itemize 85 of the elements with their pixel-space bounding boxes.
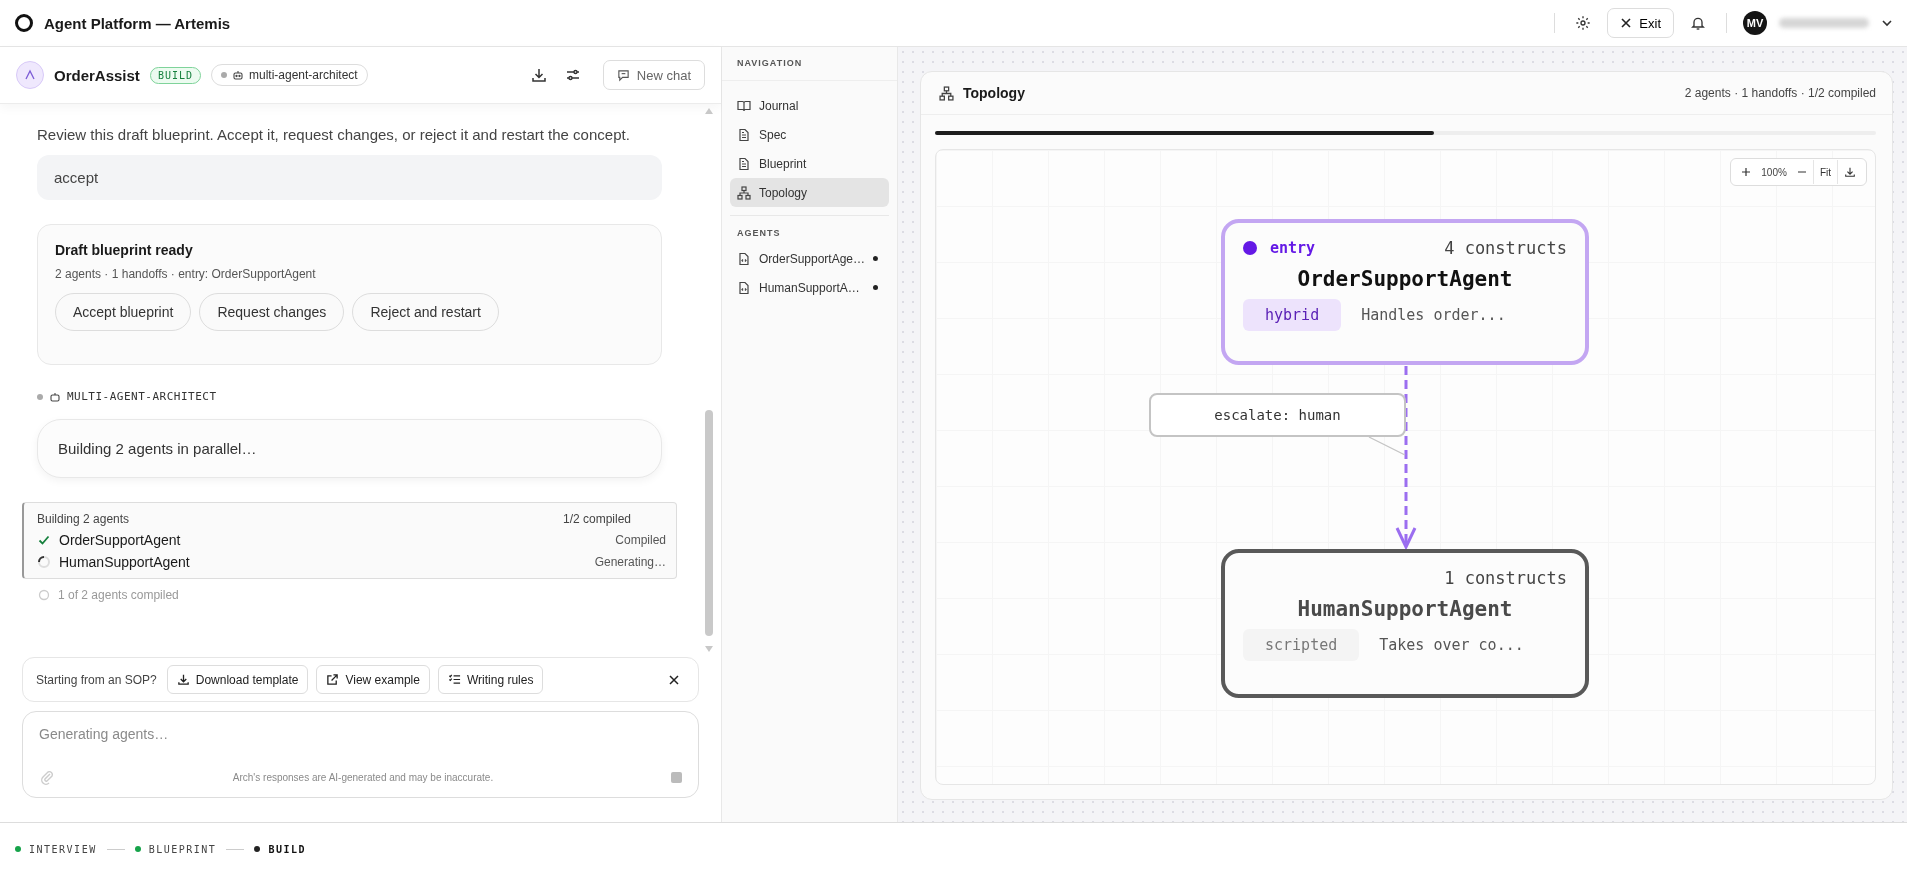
- agent-name: OrderSupportAgent: [59, 532, 182, 548]
- code-file-icon: [737, 251, 751, 266]
- agent-name: HumanSupportAgent: [1296, 597, 1514, 621]
- new-chat-button[interactable]: New chat: [602, 60, 705, 90]
- external-link-icon: [326, 673, 340, 686]
- agent-node[interactable]: entry 4 constructs OrderSupportAgent hybrid Handles order...: [1221, 219, 1589, 365]
- agent-status: Compiled: [615, 533, 666, 547]
- step-label: BLUEPRINT: [148, 843, 217, 855]
- agent-type-tag: scripted: [1243, 629, 1360, 661]
- agent-type-tag: hybrid: [1243, 299, 1342, 331]
- plus-icon: [1741, 167, 1752, 177]
- section-heading: NAVIGATION: [722, 47, 897, 81]
- sliders-icon: [564, 67, 581, 83]
- section-heading: AGENTS: [736, 227, 782, 240]
- user-avatar[interactable]: MV: [1743, 11, 1767, 35]
- status-dot-icon: [873, 285, 878, 290]
- status-dot-icon: [873, 256, 878, 261]
- book-icon: [737, 98, 751, 113]
- code-file-icon: [737, 280, 751, 295]
- edge-label: escalate: human: [1149, 393, 1406, 437]
- constructs-count: 4 constructs: [1444, 238, 1567, 258]
- step-label: BUILD: [268, 843, 306, 855]
- chevron-down-icon[interactable]: [1881, 17, 1893, 29]
- entry-dot-icon: [1243, 241, 1257, 255]
- agent-avatar-icon: [16, 61, 44, 89]
- card-meta: 2 agents · 1 handoffs · entry: OrderSupportAgent: [55, 267, 317, 281]
- robot-icon: [232, 69, 244, 81]
- assistant-message: Building 2 agents in parallel…: [37, 419, 662, 478]
- logo-icon: [14, 13, 34, 33]
- paperclip-icon[interactable]: [39, 769, 55, 785]
- close-icon: [1620, 17, 1633, 29]
- scrollbar-thumb[interactable]: [705, 410, 713, 636]
- panel-title: Topology: [963, 85, 1025, 101]
- agent-name: HumanSupportAgent: [59, 554, 191, 570]
- app-title: Agent Platform — Artemis: [44, 14, 231, 32]
- blueprint-action-button[interactable]: Reject and restart: [352, 293, 499, 331]
- checklist-icon: [447, 673, 461, 686]
- sop-label: Starting from an SOP?: [36, 672, 157, 687]
- constructs-count: 1 constructs: [1444, 568, 1567, 588]
- nav-item[interactable]: Blueprint: [730, 149, 889, 178]
- agent-status: Generating…: [594, 555, 666, 569]
- topology-summary: 2 agents · 1 handoffs · 1/2 compiled: [1684, 86, 1876, 100]
- agent-description: Handles order...: [1361, 306, 1506, 324]
- blueprint-action-button[interactable]: Request changes: [199, 293, 345, 331]
- nav-item[interactable]: Spec: [730, 120, 889, 149]
- document-icon: [737, 127, 751, 142]
- gear-icon: [1575, 15, 1592, 31]
- agent-file-item[interactable]: HumanSupportA…: [730, 273, 889, 302]
- robot-icon: [49, 390, 61, 403]
- build-summary: 1 of 2 agents compiled: [58, 588, 179, 602]
- hierarchy-icon: [939, 85, 954, 101]
- leader-line: [1368, 436, 1406, 456]
- blueprint-action-button[interactable]: Accept blueprint: [55, 293, 192, 331]
- fit-button[interactable]: Fit: [1812, 160, 1837, 184]
- document-icon: [737, 156, 751, 171]
- user-message: accept: [37, 155, 662, 200]
- download-icon: [176, 673, 190, 686]
- nav-item[interactable]: Journal: [730, 91, 889, 120]
- spinner-icon: [38, 589, 50, 601]
- build-title: Building 2 agents: [37, 512, 130, 526]
- close-icon: [668, 673, 680, 686]
- nav-item[interactable]: Topology: [730, 178, 889, 207]
- agent-name: OrderSupportAgent: [1296, 267, 1514, 291]
- exit-button[interactable]: Exit: [1607, 8, 1674, 38]
- sop-button[interactable]: Download template: [166, 665, 309, 694]
- download-icon: [530, 67, 547, 83]
- agent-description: Takes over co...: [1379, 636, 1524, 654]
- sop-button[interactable]: Writing rules: [437, 665, 544, 694]
- bell-icon: [1690, 15, 1706, 31]
- author-label: MULTI-AGENT-ARCHITECT: [67, 390, 217, 403]
- zoom-level: 100%: [1760, 166, 1788, 178]
- entry-tag: entry: [1270, 239, 1316, 257]
- disclaimer-text: Arch's responses are AI-generated and may be inaccurate.: [232, 771, 494, 783]
- assistant-message: Review this draft blueprint. Accept it, request changes, or reject it and restart the concept.: [37, 126, 631, 143]
- sop-button[interactable]: View example: [316, 665, 430, 694]
- step-label: INTERVIEW: [29, 843, 97, 855]
- agent-node[interactable]: 1 constructs HumanSupportAgent scripted Takes over co...: [1221, 549, 1589, 698]
- hierarchy-icon: [737, 185, 751, 200]
- download-icon: [1844, 166, 1856, 178]
- build-count: 1/2 compiled: [562, 512, 631, 526]
- card-title: Draft blueprint ready: [55, 242, 194, 258]
- build-badge: BUILD: [149, 66, 201, 84]
- agent-file-item[interactable]: OrderSupportAge…: [730, 244, 889, 273]
- agent-name: OrderAssist: [54, 66, 140, 84]
- chat-bubble-icon: [616, 68, 630, 82]
